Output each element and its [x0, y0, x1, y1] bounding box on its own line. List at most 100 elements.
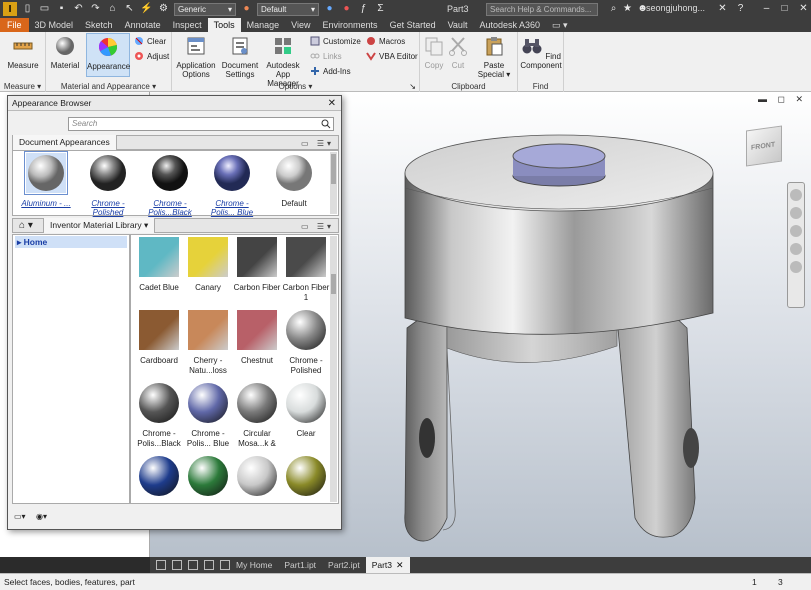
maximize-icon[interactable]: □: [778, 3, 791, 15]
help-search-input[interactable]: Search Help & Commands...: [486, 3, 598, 16]
tab-manage[interactable]: Manage: [241, 18, 286, 32]
library-appearance-item[interactable]: Chestnut: [233, 310, 281, 366]
add-ins-button[interactable]: Add-Ins: [310, 66, 351, 76]
create-appearance-icon[interactable]: ◉▾: [36, 512, 52, 524]
library-scrollbar[interactable]: [330, 236, 337, 502]
tab-inspect[interactable]: Inspect: [167, 18, 208, 32]
select-icon[interactable]: ↖: [123, 3, 136, 15]
scroll-thumb[interactable]: [331, 274, 336, 294]
open-folder-icon[interactable]: ▭: [38, 3, 51, 15]
folder-icon[interactable]: ▭▾: [14, 512, 30, 524]
links-button[interactable]: Links: [310, 51, 342, 61]
library-appearance-item[interactable]: Chrome - Polis... Blue: [184, 383, 232, 448]
exchange-icon[interactable]: ✕: [716, 3, 729, 15]
doc-tab-part3[interactable]: Part3 ✕: [365, 557, 410, 573]
star-icon[interactable]: ★: [621, 3, 634, 15]
sum-icon[interactable]: Σ: [374, 3, 387, 15]
steering-wheel-icon[interactable]: [790, 189, 802, 201]
tree-item-home[interactable]: ▸ Home: [15, 236, 127, 248]
doc-appearance-item[interactable]: Chrome - Polis...Black: [141, 153, 199, 217]
appearance-search-input[interactable]: Search: [68, 117, 334, 131]
paste-special-button[interactable]: Paste Special ▾: [476, 35, 512, 79]
inventor-logo[interactable]: I: [3, 2, 17, 16]
material-combo[interactable]: Generic ▾: [174, 2, 236, 16]
tile-icon[interactable]: [172, 560, 182, 570]
home-icon[interactable]: ⌂ ▾: [19, 219, 33, 232]
dialog-close-icon[interactable]: ✕: [328, 96, 336, 111]
cut-button[interactable]: Cut: [446, 35, 470, 70]
library-appearance-item[interactable]: Carbon Fiber: [233, 237, 281, 293]
undo-icon[interactable]: ↶: [72, 3, 85, 15]
cascade-icon[interactable]: [156, 560, 166, 570]
tile-horizontal-icon[interactable]: [204, 560, 214, 570]
library-appearance-item[interactable]: Clear: [282, 383, 330, 439]
clear-button[interactable]: Clear: [134, 36, 166, 46]
home-icon[interactable]: ⌂: [106, 3, 119, 15]
doc-tab-part1[interactable]: Part1.ipt: [278, 557, 322, 573]
zoom-icon[interactable]: [790, 225, 802, 237]
app-manager-button[interactable]: Autodesk App Manager: [260, 35, 306, 88]
tab-3d-model[interactable]: 3D Model: [29, 18, 80, 32]
part-model[interactable]: [395, 118, 725, 548]
clear-appearance-icon[interactable]: ●: [323, 3, 336, 15]
document-appearances-crumb[interactable]: Document Appearances: [13, 135, 117, 150]
measure-group-label[interactable]: Measure ▾: [0, 82, 45, 91]
document-settings-button[interactable]: Document Settings: [220, 35, 260, 79]
library-appearance-item[interactable]: Clear -: [233, 456, 281, 503]
material-appearance-group-label[interactable]: Material and Appearance ▾: [46, 82, 171, 91]
doc-appearances-scrollbar[interactable]: [330, 152, 337, 214]
library-appearance-item[interactable]: Chrome - Polished: [282, 310, 330, 375]
window-list-icon[interactable]: [220, 560, 230, 570]
doc-appearance-item[interactable]: Default: [265, 153, 323, 208]
appearance-combo[interactable]: Default ▾: [257, 2, 319, 16]
properties-icon[interactable]: ⚙: [157, 3, 170, 15]
save-icon[interactable]: ▪: [55, 3, 68, 15]
help-icon[interactable]: ?: [734, 3, 747, 15]
user-name[interactable]: seongjuhong...: [646, 3, 705, 13]
vba-editor-button[interactable]: VBA Editor: [366, 51, 418, 61]
library-select[interactable]: Inventor Material Library ▾: [43, 218, 156, 233]
adjust-icon[interactable]: ●: [340, 3, 353, 15]
library-appearance-item[interactable]: Carbon Fiber 1: [282, 237, 330, 302]
doc-appearance-item[interactable]: Aluminum - ...: [17, 151, 75, 208]
library-appearance-item[interactable]: Chrome - Polis...Black: [135, 383, 183, 448]
library-appearance-item[interactable]: Cardboard: [135, 310, 183, 366]
adjust-button[interactable]: Adjust: [134, 51, 169, 61]
library-appearance-item[interactable]: Cadet Blue: [135, 237, 183, 293]
tab-vault[interactable]: Vault: [442, 18, 474, 32]
new-file-icon[interactable]: ▯: [21, 3, 34, 15]
search-icon[interactable]: ⌕: [607, 3, 620, 15]
close-icon[interactable]: ✕: [396, 560, 404, 570]
doc-tab-part2[interactable]: Part2.ipt: [322, 557, 366, 573]
tab-environments[interactable]: Environments: [317, 18, 384, 32]
library-appearance-item[interactable]: Clear -: [184, 456, 232, 503]
tab-get-started[interactable]: Get Started: [384, 18, 442, 32]
dialog-launcher-icon[interactable]: ↘: [409, 82, 416, 91]
update-icon[interactable]: ⚡: [140, 3, 153, 15]
library-appearance-item[interactable]: Clear - Blue: [135, 456, 183, 503]
tab-autodesk-a360[interactable]: Autodesk A360: [473, 18, 546, 32]
tab-file[interactable]: File: [0, 18, 29, 32]
viewcube[interactable]: FRONT: [746, 125, 782, 167]
redo-icon[interactable]: ↷: [89, 3, 102, 15]
doc-appearance-item[interactable]: Chrome - Polis... Blue: [203, 153, 261, 217]
tab-sketch[interactable]: Sketch: [79, 18, 119, 32]
options-group-label[interactable]: Options ▾: [172, 82, 419, 91]
library-appearance-item[interactable]: Clear -: [282, 456, 330, 503]
library-appearance-item[interactable]: Circular Mosa...k &: [233, 383, 281, 448]
appearance-ball-icon[interactable]: ●: [240, 3, 253, 15]
tile-vertical-icon[interactable]: [188, 560, 198, 570]
scroll-thumb[interactable]: [331, 154, 336, 184]
doc-appearance-item[interactable]: Chrome - Polished: [79, 153, 137, 217]
application-options-button[interactable]: Application Options: [174, 35, 218, 79]
viewport-window-controls[interactable]: ▬ ◻ ✕: [758, 94, 807, 105]
doc-tab-my-home[interactable]: My Home: [230, 557, 278, 573]
measure-button[interactable]: Measure: [3, 35, 43, 70]
macros-button[interactable]: Macros: [366, 36, 405, 46]
search-icon[interactable]: [321, 119, 331, 129]
close-icon[interactable]: ✕: [797, 3, 810, 15]
library-view-options-icon[interactable]: ▭ ☰▾: [301, 220, 334, 233]
copy-button[interactable]: Copy: [422, 35, 446, 70]
appearance-button[interactable]: Appearance: [86, 33, 130, 77]
pan-icon[interactable]: [790, 207, 802, 219]
